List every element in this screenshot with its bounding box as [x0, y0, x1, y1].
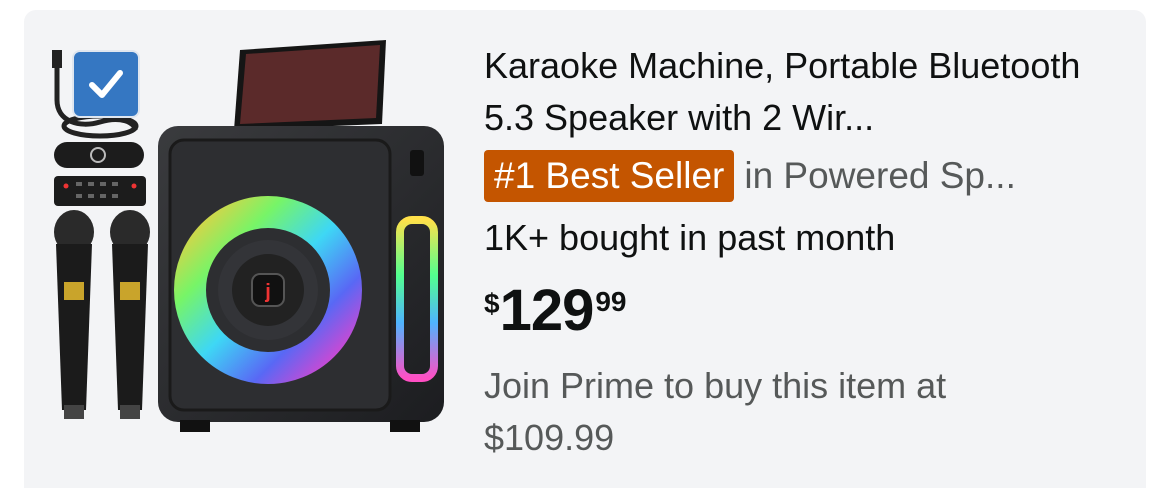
product-info: Karaoke Machine, Portable Bluetooth 5.3 …	[484, 40, 1124, 464]
best-seller-badge: #1 Best Seller	[484, 150, 735, 202]
remote-icon	[54, 176, 146, 206]
price-whole: 129	[499, 278, 595, 343]
price: $ 129 99	[484, 280, 1124, 350]
price-fraction: 99	[595, 286, 627, 317]
brand-logo: j	[264, 281, 271, 303]
checkmark-icon	[89, 70, 123, 98]
prime-offer: Join Prime to buy this item at $109.99	[484, 365, 947, 458]
best-seller-category: in Powered Sp...	[744, 155, 1016, 196]
speaker-icon: j	[158, 126, 444, 432]
best-seller-row[interactable]: #1 Best Seller in Powered Sp...	[484, 150, 1124, 202]
select-checkbox[interactable]	[72, 50, 140, 118]
price-symbol: $	[484, 288, 500, 319]
product-title[interactable]: Karaoke Machine, Portable Bluetooth 5.3 …	[484, 40, 1120, 144]
receiver-icon	[54, 142, 144, 168]
microphone-icon	[110, 210, 150, 419]
tablet-icon	[230, 40, 390, 134]
bought-count: 1K+ bought in past month	[484, 217, 896, 258]
microphone-icon	[54, 210, 94, 419]
